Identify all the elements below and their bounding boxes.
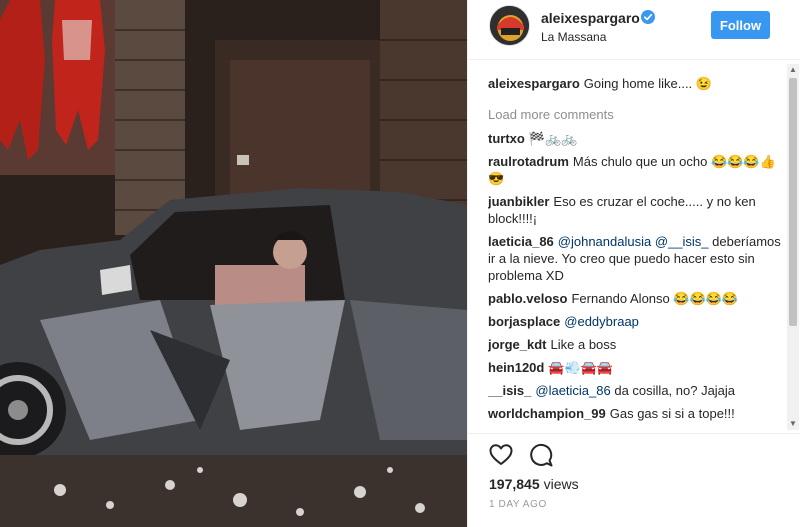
scroll-down-arrow-icon[interactable]: ▼ (787, 418, 799, 430)
comment-item: turtxo 🏁🚲🚲 (488, 130, 784, 147)
scroll-up-arrow-icon[interactable]: ▲ (787, 64, 799, 76)
comment-mention-link[interactable]: @__isis_ (655, 234, 709, 249)
comments-scrollbar[interactable]: ▲ ▼ (787, 64, 799, 430)
comment-username[interactable]: pablo.veloso (488, 291, 567, 306)
comment-mention-link[interactable]: @johnandalusia (558, 234, 651, 249)
comment-username[interactable]: __isis_ (488, 383, 531, 398)
comment-item: pablo.veloso Fernando Alonso 😂😂😂😂 (488, 290, 784, 307)
comment-username[interactable]: turtxo (488, 131, 525, 146)
post-location[interactable]: La Massana (541, 30, 606, 44)
comment-item: juanbikler Eso es cruzar el coche..... y … (488, 193, 784, 227)
comment-text: 🚘💨🚘🚘 (548, 360, 614, 375)
comments-list: aleixespargaro Going home like.... 😉 Load… (488, 75, 784, 432)
views-number: 197,845 (489, 476, 540, 492)
heart-icon[interactable] (488, 442, 514, 468)
post-video[interactable] (0, 0, 467, 527)
post-header: aleixespargaro La Massana Follow (468, 0, 800, 60)
comment-item: jorge_kdt Like a boss (488, 336, 784, 353)
comment-username[interactable]: juanbikler (488, 194, 549, 209)
comment-mention-link[interactable]: @eddybraap (564, 314, 639, 329)
comment-item: __isis_ @laeticia_86 da cosilla, no? Jaja… (488, 382, 784, 399)
post-caption: aleixespargaro Going home like.... 😉 (488, 75, 784, 92)
avatar[interactable] (489, 5, 530, 46)
post-actions: 197,845 views 1 DAY AGO (468, 433, 800, 527)
views-count: 197,845 views (489, 476, 579, 492)
caption-text: Going home like.... 😉 (583, 76, 712, 91)
post-detail-panel: aleixespargaro La Massana Follow aleixes… (467, 0, 800, 527)
comment-bubble-icon[interactable] (528, 442, 554, 468)
video-frame (0, 0, 467, 527)
comment-username[interactable]: hein120d (488, 360, 544, 375)
comment-text: Like a boss (550, 337, 617, 352)
comment-username[interactable]: worldchampion_99 (488, 406, 606, 421)
comment-item: hein120d 🚘💨🚘🚘 (488, 359, 784, 376)
comment-username[interactable]: borjasplace (488, 314, 560, 329)
post-timestamp: 1 DAY AGO (489, 499, 547, 510)
comment-username[interactable]: laeticia_86 (488, 234, 554, 249)
avatar-image (490, 6, 529, 45)
comment-text: da cosilla, no? Jajaja (610, 383, 736, 398)
comment-item: raulrotadrum Más chulo que un ocho 😂😂😂👍😎 (488, 153, 784, 187)
scrollbar-thumb[interactable] (789, 78, 797, 326)
comment-item: laeticia_86 @johnandalusia @__isis_ deber… (488, 233, 784, 284)
comment-username[interactable]: jorge_kdt (488, 337, 547, 352)
verified-badge-icon (641, 10, 655, 24)
comment-container: turtxo 🏁🚲🚲 raulrotadrum Más chulo que un oc… (488, 130, 784, 422)
caption-username[interactable]: aleixespargaro (488, 76, 580, 91)
comment-item: borjasplace @eddybraap (488, 313, 784, 330)
username[interactable]: aleixespargaro (541, 10, 640, 26)
load-more-comments-link[interactable]: Load more comments (488, 106, 784, 123)
comment-username[interactable]: raulrotadrum (488, 154, 569, 169)
views-label: views (543, 476, 579, 492)
comment-text: 🏁🚲🚲 (528, 131, 578, 146)
comment-text: Gas gas si si a tope!!! (609, 406, 735, 421)
comment-text: Fernando Alonso 😂😂😂😂 (571, 291, 739, 306)
follow-button[interactable]: Follow (711, 11, 770, 39)
comment-item: worldchampion_99 Gas gas si si a tope!!! (488, 405, 784, 422)
comment-mention-link[interactable]: @laeticia_86 (535, 383, 610, 398)
